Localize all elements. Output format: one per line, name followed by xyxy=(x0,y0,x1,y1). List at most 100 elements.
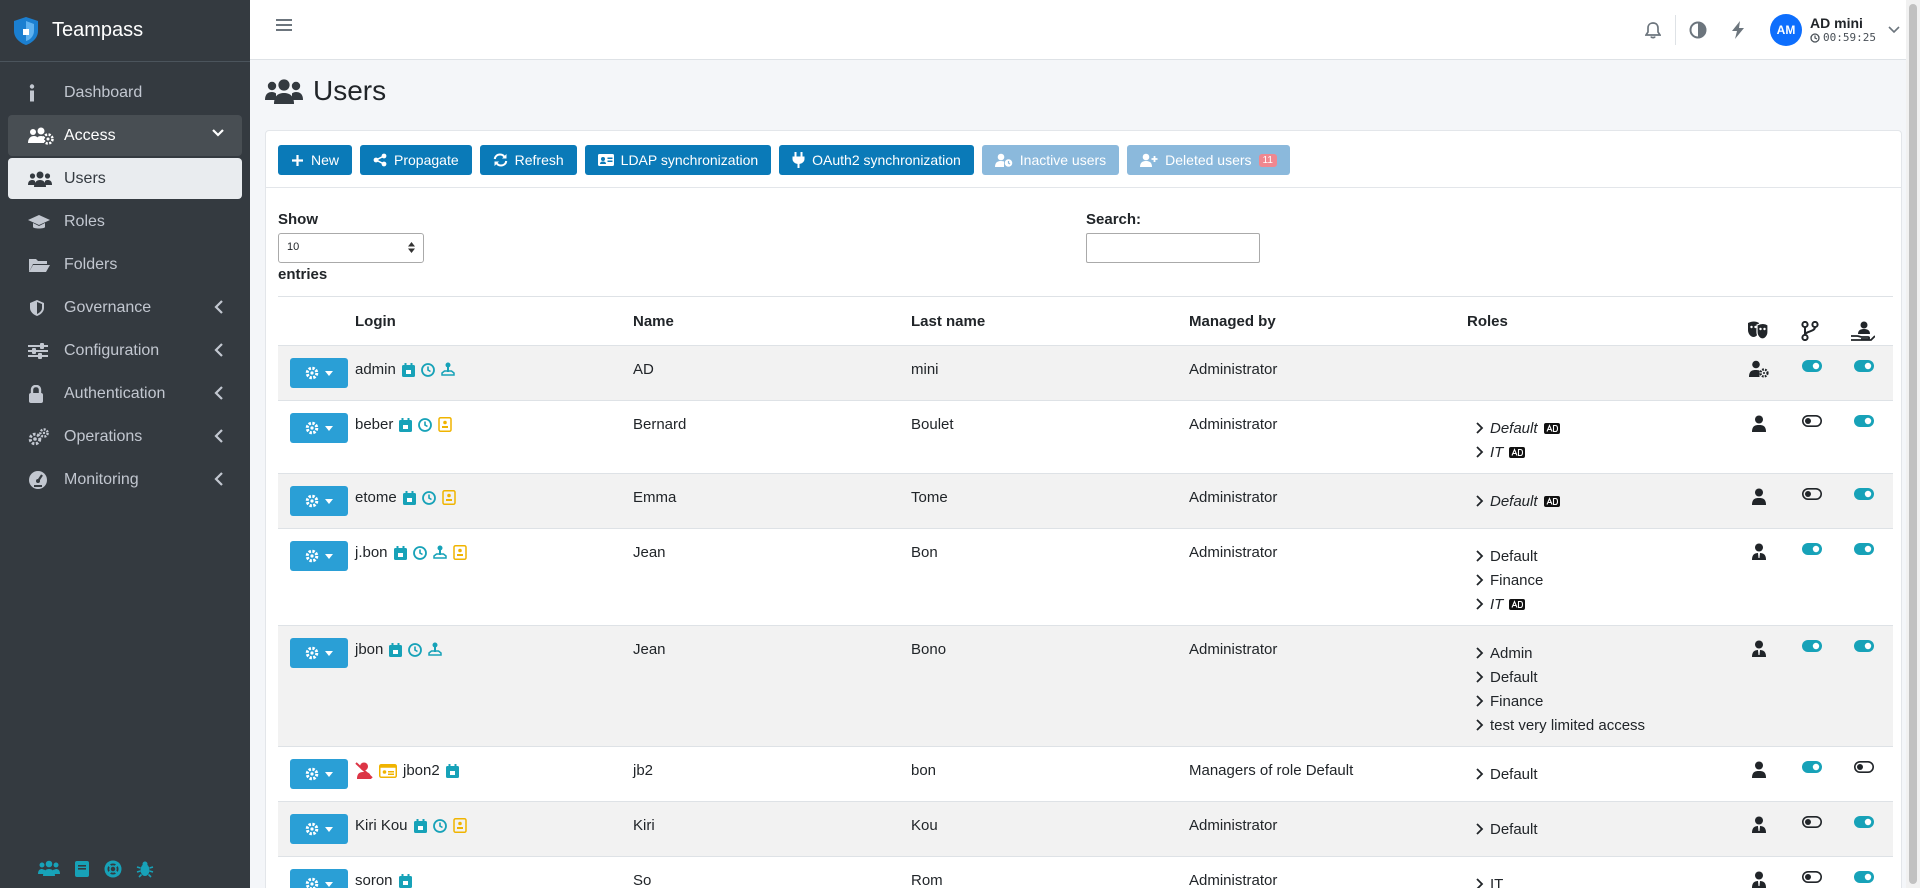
role-name: Default xyxy=(1490,547,1538,565)
role-item[interactable]: IT xyxy=(1476,872,1503,888)
lock-icon xyxy=(28,384,54,404)
role-name: IT xyxy=(1490,875,1504,888)
calendar-icon xyxy=(393,545,407,560)
sidebar-item-access[interactable]: Access xyxy=(8,115,242,156)
new-button[interactable]: New xyxy=(278,145,353,175)
plug-icon xyxy=(792,152,805,168)
sidebar-item-dashboard[interactable]: Dashboard xyxy=(8,72,242,113)
role-item[interactable]: Default xyxy=(1476,416,1560,440)
sidebar-item-label: Monitoring xyxy=(64,470,139,488)
brand[interactable]: Teampass xyxy=(0,0,250,62)
row-actions-button[interactable] xyxy=(290,541,348,571)
gear-icon xyxy=(305,767,319,781)
toggle-on-icon[interactable] xyxy=(1854,816,1874,828)
row-actions-button[interactable] xyxy=(290,869,348,888)
life-ring-icon[interactable] xyxy=(104,860,122,878)
role-item[interactable]: Default xyxy=(1476,489,1560,513)
role-item[interactable]: Default xyxy=(1476,817,1538,841)
deleted-users-button[interactable]: Deleted users 11 xyxy=(1127,145,1290,175)
role-item[interactable]: test very limited access xyxy=(1476,713,1645,737)
oauth2-sync-button[interactable]: OAuth2 synchronization xyxy=(779,145,974,175)
column-header-name[interactable]: Name xyxy=(633,313,674,330)
column-header-last-name[interactable]: Last name xyxy=(911,313,985,330)
users-icon[interactable] xyxy=(38,860,60,876)
column-header-login[interactable]: Login xyxy=(355,313,396,330)
role-item[interactable]: Default xyxy=(1476,665,1645,689)
theme-toggle-button[interactable] xyxy=(1678,12,1718,48)
user-login[interactable]: jbon2 xyxy=(403,762,440,779)
book-icon[interactable] xyxy=(74,860,90,878)
role-item[interactable]: Default xyxy=(1476,544,1543,568)
sidebar-item-users[interactable]: Users xyxy=(8,158,242,199)
role-item[interactable]: Default xyxy=(1476,762,1538,786)
sidebar-item-folders[interactable]: Folders xyxy=(8,244,242,285)
sidebar-item-governance[interactable]: Governance xyxy=(8,287,242,328)
masks-icon[interactable] xyxy=(1747,321,1769,339)
notifications-button[interactable] xyxy=(1633,12,1673,48)
user-gear-icon xyxy=(1749,360,1769,378)
toggle-on-icon[interactable] xyxy=(1854,488,1874,500)
sidebar-item-authentication[interactable]: Authentication xyxy=(8,373,242,414)
user-login[interactable]: j.bon xyxy=(355,544,388,561)
propagate-button[interactable]: Propagate xyxy=(360,145,472,175)
menu-icon[interactable] xyxy=(276,18,292,32)
role-item[interactable]: Finance xyxy=(1476,689,1645,713)
role-item[interactable]: IT xyxy=(1476,592,1543,616)
hand-holding-user-icon[interactable] xyxy=(1851,321,1875,341)
role-item[interactable]: Admin xyxy=(1476,641,1645,665)
toggle-on-icon[interactable] xyxy=(1854,543,1874,555)
user-login[interactable]: jbon xyxy=(355,641,383,658)
sidebar-item-monitoring[interactable]: Monitoring xyxy=(8,459,242,500)
user-login[interactable]: beber xyxy=(355,416,393,433)
teampass-logo-icon xyxy=(14,16,38,45)
user-icon xyxy=(1752,415,1766,432)
scrollbar-thumb[interactable] xyxy=(1909,4,1917,884)
user-menu[interactable]: AM AD mini 00:59:25 xyxy=(1770,12,1900,48)
bug-icon[interactable] xyxy=(136,860,154,878)
toggle-on-icon[interactable] xyxy=(1802,640,1822,652)
row-actions-button[interactable] xyxy=(290,413,348,443)
toggle-off-icon[interactable] xyxy=(1802,871,1822,883)
ldap-sync-button[interactable]: LDAP synchronization xyxy=(584,145,772,175)
toggle-on-icon[interactable] xyxy=(1854,640,1874,652)
column-header-managed-by[interactable]: Managed by xyxy=(1189,313,1276,330)
user-login[interactable]: Kiri Kou xyxy=(355,817,408,834)
role-item[interactable]: IT xyxy=(1476,440,1560,464)
search-input[interactable] xyxy=(1086,233,1260,263)
page-title-text: Users xyxy=(313,75,387,106)
gear-icon xyxy=(305,877,319,888)
refresh-button[interactable]: Refresh xyxy=(479,145,577,175)
page-size-select[interactable]: 10 xyxy=(278,233,424,263)
sidebar-item-operations[interactable]: Operations xyxy=(8,416,242,457)
user-login[interactable]: etome xyxy=(355,489,397,506)
sidebar-item-roles[interactable]: Roles xyxy=(8,201,242,242)
toggle-off-icon[interactable] xyxy=(1854,761,1874,773)
quick-actions-button[interactable] xyxy=(1718,12,1758,48)
page-scrollbar[interactable] xyxy=(1906,0,1920,888)
user-login[interactable]: admin xyxy=(355,361,396,378)
toggle-off-icon[interactable] xyxy=(1802,816,1822,828)
column-header-roles[interactable]: Roles xyxy=(1467,313,1508,330)
chevron-right-icon xyxy=(1476,695,1484,707)
chevron-right-icon xyxy=(1476,671,1484,683)
row-actions-button[interactable] xyxy=(290,358,348,388)
row-actions-button[interactable] xyxy=(290,759,348,789)
role-item[interactable]: Finance xyxy=(1476,568,1543,592)
chevron-left-icon xyxy=(214,300,223,314)
toggle-on-icon[interactable] xyxy=(1854,415,1874,427)
sidebar-item-configuration[interactable]: Configuration xyxy=(8,330,242,371)
inactive-users-button[interactable]: Inactive users xyxy=(981,145,1120,175)
toggle-on-icon[interactable] xyxy=(1854,871,1874,883)
row-actions-button[interactable] xyxy=(290,486,348,516)
toggle-on-icon[interactable] xyxy=(1802,543,1822,555)
code-branch-icon[interactable] xyxy=(1801,321,1819,341)
toggle-off-icon[interactable] xyxy=(1802,415,1822,427)
toggle-off-icon[interactable] xyxy=(1802,488,1822,500)
row-actions-button[interactable] xyxy=(290,814,348,844)
toggle-on-icon[interactable] xyxy=(1854,360,1874,372)
user-login[interactable]: soron xyxy=(355,872,393,888)
toggle-on-icon[interactable] xyxy=(1802,761,1822,773)
toggle-on-icon[interactable] xyxy=(1802,360,1822,372)
row-actions-button[interactable] xyxy=(290,638,348,668)
sidebar: Teampass Dashboard Access Users Roles Fo… xyxy=(0,0,250,888)
